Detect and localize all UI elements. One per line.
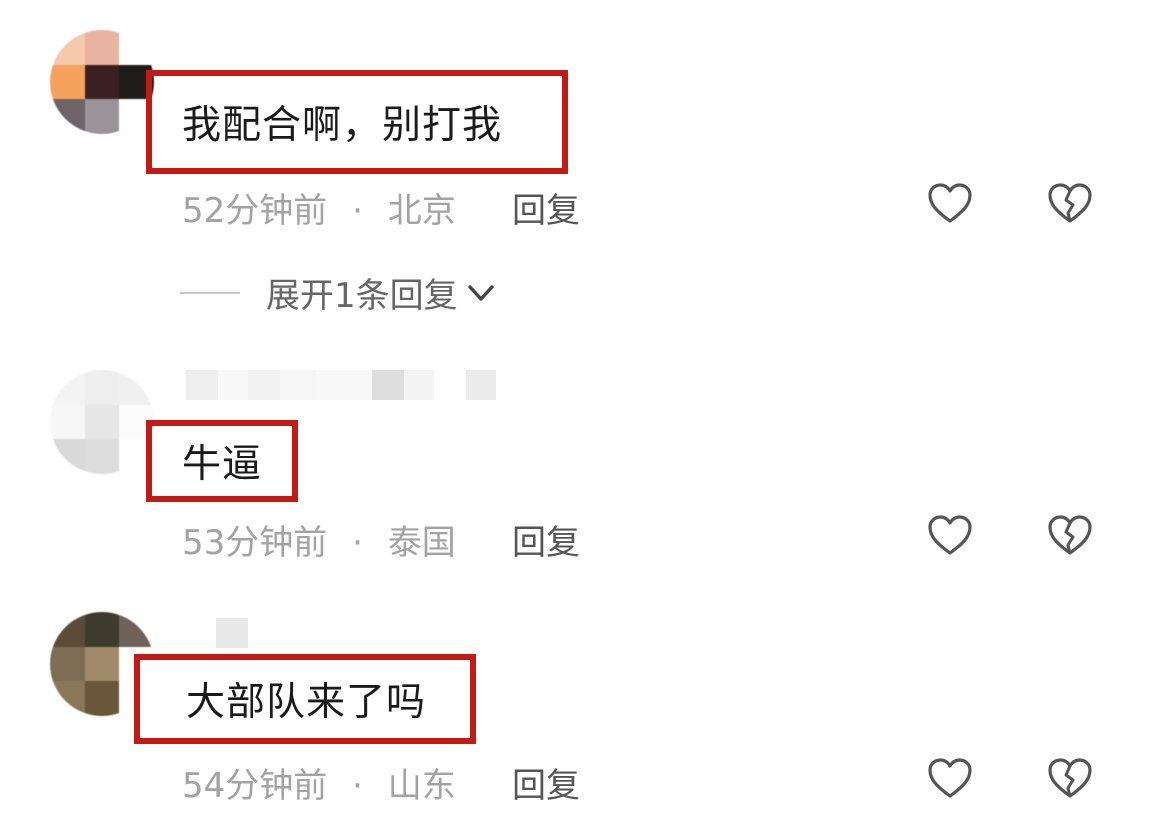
comment-time: 54分钟前 [182,766,328,806]
expand-replies-label: 展开1条回复 [266,276,458,316]
comment-location: 泰国 [387,523,456,563]
comment-text-highlight: 我配合啊，别打我 [146,70,568,174]
comment-time: 52分钟前 [182,191,328,231]
heart-icon[interactable] [926,755,974,803]
username-blurred[interactable] [186,618,248,648]
comment-time: 53分钟前 [182,523,328,563]
divider-line [180,291,240,294]
reply-button[interactable]: 回复 [512,183,580,232]
comment-location: 山东 [387,766,456,806]
comment-text: 牛逼 [182,442,263,487]
broken-heart-icon[interactable] [1046,180,1094,228]
meta-separator: · [352,191,363,231]
comment-meta: 52分钟前 · 北京 [182,183,456,232]
comment-text-highlight: 大部队来了吗 [134,654,476,744]
chevron-down-icon [467,284,494,301]
meta-separator: · [352,766,363,806]
comment-location: 北京 [387,191,456,231]
broken-heart-icon[interactable] [1046,512,1094,560]
avatar[interactable] [50,30,154,134]
expand-replies-button[interactable]: 展开1条回复 [180,268,496,317]
comment-text-highlight: 牛逼 [146,420,298,502]
avatar[interactable] [50,370,154,474]
heart-icon[interactable] [926,180,974,228]
reply-button[interactable]: 回复 [512,758,580,807]
heart-icon[interactable] [926,512,974,560]
comment-meta: 53分钟前 · 泰国 [182,515,456,564]
meta-separator: · [352,523,363,563]
comment-meta: 54分钟前 · 山东 [182,758,456,807]
username-blurred[interactable] [186,370,496,400]
comment-text: 我配合啊，别打我 [182,103,503,148]
reply-button[interactable]: 回复 [512,515,580,564]
comment-text: 大部队来了吗 [186,680,427,725]
broken-heart-icon[interactable] [1046,755,1094,803]
